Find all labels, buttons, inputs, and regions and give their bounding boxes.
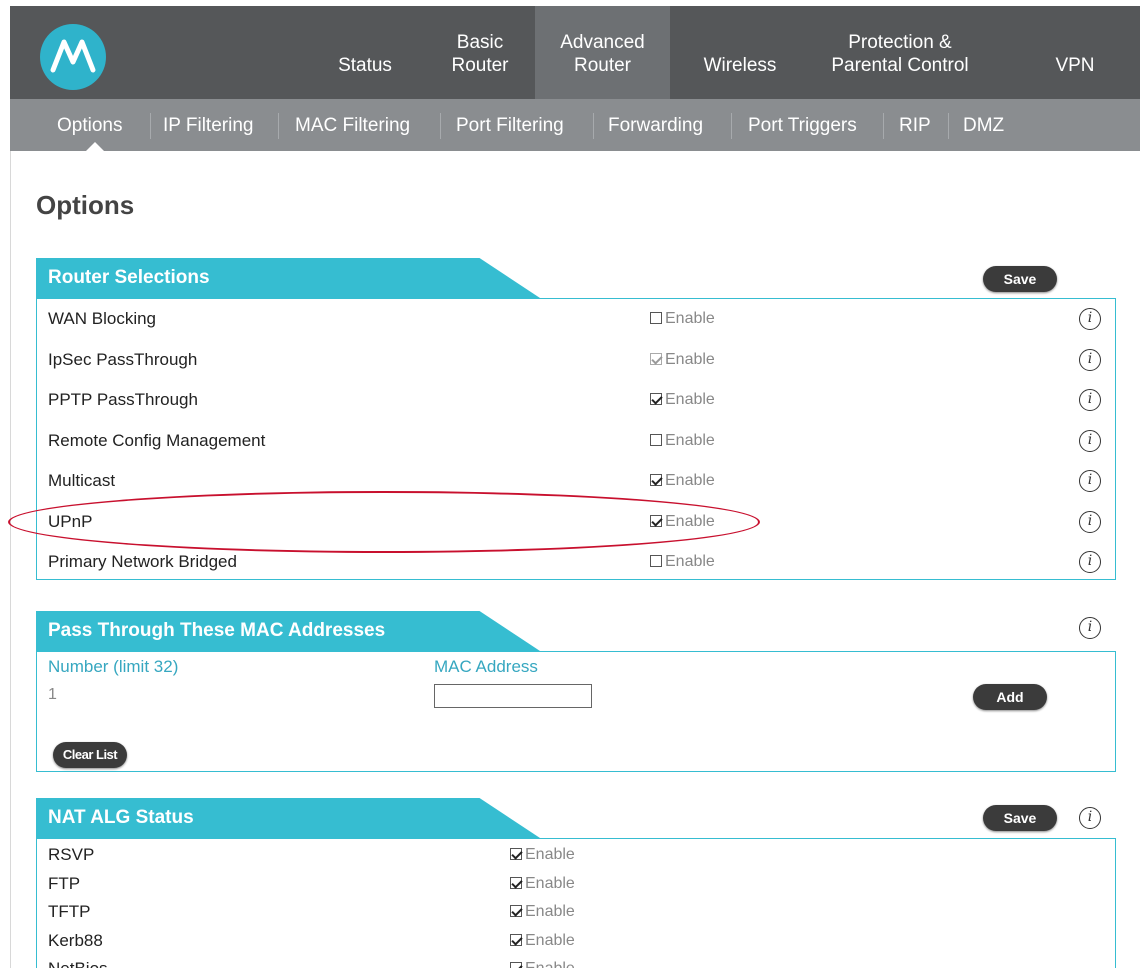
router-option-enable-checkbox[interactable]: Enable: [650, 391, 715, 409]
checkbox-label: Enable: [525, 903, 575, 920]
subnav-divider: [150, 113, 151, 139]
nat-alg-enable-checkbox[interactable]: Enable: [510, 846, 575, 864]
router-option-enable-checkbox: Enable: [650, 351, 715, 369]
checkbox-box[interactable]: [650, 393, 662, 405]
top-nav-label: Basic Router: [451, 32, 509, 76]
nat-alg-enable-checkbox[interactable]: Enable: [510, 932, 575, 950]
pass-through-info-icon[interactable]: i: [1079, 617, 1101, 639]
checkbox-label: Enable: [665, 553, 715, 570]
checkbox-label: Enable: [525, 846, 575, 863]
nat-alg-save-button[interactable]: Save: [983, 805, 1057, 831]
nat-alg-enable-checkbox[interactable]: Enable: [510, 960, 575, 968]
checkbox-box[interactable]: [510, 905, 522, 917]
add-mac-button[interactable]: Add: [973, 684, 1047, 710]
checkbox-box[interactable]: [650, 474, 662, 486]
top-nav-label: Status: [338, 55, 392, 76]
subnav-divider: [731, 113, 732, 139]
motorola-logo-icon[interactable]: [40, 24, 106, 90]
checkbox-box[interactable]: [650, 433, 662, 446]
router-option-info-icon[interactable]: i: [1079, 470, 1101, 492]
router-option-enable-checkbox[interactable]: Enable: [650, 432, 715, 450]
top-nav-label: Advanced Router: [560, 32, 645, 76]
checkbox-box[interactable]: [650, 312, 662, 324]
checkbox-label: Enable: [525, 931, 575, 949]
top-nav-protection-parental-control[interactable]: Protection & Parental Control: [810, 6, 990, 99]
router-option-info-icon[interactable]: i: [1079, 348, 1101, 371]
pass-through-mac-panel: [36, 651, 1116, 772]
router-selections-header: Router Selections: [36, 258, 540, 298]
mac-address-column-header: MAC Address: [434, 657, 538, 676]
mac-row-number: 1: [48, 686, 57, 703]
router-option-label: PPTP PassThrough: [48, 390, 198, 409]
checkbox-label: Enable: [665, 472, 715, 489]
nat-alg-panel: [36, 838, 1116, 968]
router-option-info-icon[interactable]: i: [1079, 308, 1101, 330]
checkbox-box[interactable]: [510, 933, 522, 946]
top-nav-advanced-router[interactable]: Advanced Router: [535, 6, 670, 99]
checkbox-box[interactable]: [650, 555, 662, 567]
clear-list-button[interactable]: Clear List: [53, 742, 127, 768]
nat-alg-protocol-label: TFTP: [48, 902, 91, 921]
subnav-port-triggers[interactable]: Port Triggers: [748, 99, 857, 151]
sub-nav-bar: Options IP Filtering MAC Filtering Port …: [10, 99, 1140, 151]
subnav-port-filtering[interactable]: Port Filtering: [456, 99, 564, 151]
checkbox-label: Enable: [665, 391, 715, 408]
nat-alg-protocol-label: Kerb88: [48, 930, 103, 950]
nat-alg-header: NAT ALG Status: [36, 798, 540, 838]
checkbox-box[interactable]: [510, 962, 522, 968]
router-option-info-icon[interactable]: i: [1079, 510, 1101, 533]
subnav-mac-filtering[interactable]: MAC Filtering: [295, 99, 410, 151]
checkbox-label: Enable: [665, 350, 715, 368]
subnav-forwarding[interactable]: Forwarding: [608, 99, 703, 151]
router-option-info-icon[interactable]: i: [1079, 429, 1101, 452]
top-nav-wireless[interactable]: Wireless: [690, 6, 790, 99]
nat-alg-protocol-label: FTP: [48, 873, 81, 893]
top-nav-label: Protection & Parental Control: [831, 32, 969, 76]
nat-alg-enable-checkbox[interactable]: Enable: [510, 875, 575, 893]
subnav-divider: [948, 113, 949, 139]
mac-address-input[interactable]: [434, 684, 592, 708]
checkbox-label: Enable: [525, 960, 575, 968]
subnav-divider: [883, 113, 884, 139]
router-option-label: IpSec PassThrough: [48, 349, 198, 369]
subnav-divider: [593, 113, 594, 139]
router-option-enable-checkbox[interactable]: Enable: [650, 472, 715, 490]
top-nav-label: VPN: [1055, 55, 1095, 76]
router-selections-save-button[interactable]: Save: [983, 266, 1057, 292]
subnav-divider: [278, 113, 279, 139]
router-option-enable-checkbox[interactable]: Enable: [650, 553, 715, 571]
nat-alg-info-icon[interactable]: i: [1079, 807, 1101, 829]
router-option-label: Remote Config Management: [48, 430, 266, 450]
router-option-label: WAN Blocking: [48, 309, 157, 328]
router-option-label: Primary Network Bridged: [48, 552, 237, 571]
top-nav-vpn[interactable]: VPN: [1035, 6, 1115, 99]
top-nav-basic-router[interactable]: Basic Router: [435, 6, 525, 99]
checkbox-label: Enable: [665, 431, 715, 449]
checkbox-box[interactable]: [510, 876, 522, 889]
checkbox-label: Enable: [665, 310, 715, 327]
router-option-info-icon[interactable]: i: [1079, 389, 1101, 411]
page-title: Options: [36, 190, 135, 220]
subnav-rip[interactable]: RIP: [899, 99, 931, 151]
subnav-ip-filtering[interactable]: IP Filtering: [163, 99, 253, 151]
top-nav-status[interactable]: Status: [315, 6, 415, 99]
nat-alg-protocol-label: NetBios: [48, 959, 108, 968]
checkbox-label: Enable: [525, 874, 575, 892]
top-nav-label: Wireless: [703, 55, 777, 76]
router-option-info-icon[interactable]: i: [1079, 551, 1101, 573]
checkbox-box: [650, 352, 662, 365]
active-tab-caret: [86, 142, 104, 151]
nat-alg-enable-checkbox[interactable]: Enable: [510, 903, 575, 921]
number-column-header: Number (limit 32): [48, 657, 179, 676]
router-option-label: Multicast: [48, 471, 116, 490]
subnav-dmz[interactable]: DMZ: [963, 99, 1004, 151]
pass-through-mac-header: Pass Through These MAC Addresses: [36, 611, 540, 651]
subnav-divider: [440, 113, 441, 139]
router-option-enable-checkbox[interactable]: Enable: [650, 310, 715, 328]
upnp-highlight-annotation: [8, 491, 760, 553]
nat-alg-protocol-label: RSVP: [48, 845, 95, 864]
content-left-border: [10, 151, 11, 968]
checkbox-box[interactable]: [510, 848, 522, 860]
top-nav-bar: Status Basic Router Advanced Router Wire…: [10, 6, 1140, 99]
